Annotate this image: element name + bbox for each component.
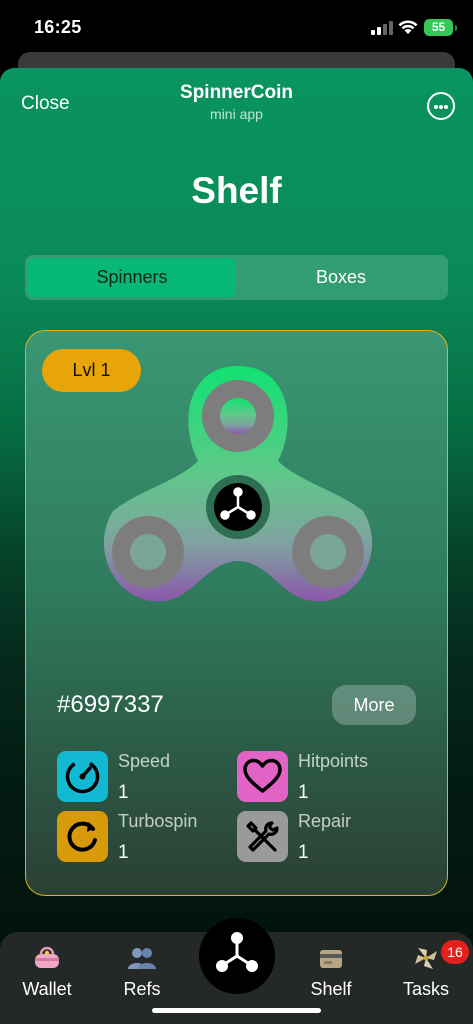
more-options-icon[interactable] bbox=[427, 92, 455, 120]
tools-icon bbox=[237, 811, 288, 862]
tab-boxes[interactable]: Boxes bbox=[237, 258, 445, 297]
stat-hitpoints-value: 1 bbox=[298, 782, 309, 803]
stat-repair-label: Repair bbox=[298, 811, 352, 831]
stat-speed-value: 1 bbox=[118, 782, 129, 803]
nav-tasks-label: Tasks bbox=[402, 979, 449, 999]
stat-repair: Repair 1 bbox=[237, 811, 417, 863]
purse-icon bbox=[35, 946, 59, 968]
spinner-card[interactable]: Lvl 1 #6997337 More Speed 1 Hitpoints 1 … bbox=[25, 330, 448, 896]
app-header: Close SpinnerCoin mini app bbox=[0, 68, 473, 138]
signal-icon bbox=[371, 21, 393, 35]
stat-speed-label: Speed bbox=[118, 751, 171, 771]
app-title: SpinnerCoin bbox=[180, 82, 293, 103]
refresh-icon bbox=[57, 811, 108, 862]
battery-icon: 55 bbox=[424, 19, 457, 36]
nav-refs-label: Refs bbox=[123, 979, 161, 999]
home-indicator bbox=[152, 1008, 321, 1013]
stat-turbospin-label: Turbospin bbox=[118, 811, 198, 831]
speedometer-icon bbox=[57, 751, 108, 802]
nav-shelf-label: Shelf bbox=[310, 979, 352, 999]
people-icon bbox=[128, 948, 156, 969]
spinner-id: #6997337 bbox=[57, 691, 164, 718]
wifi-icon bbox=[398, 20, 418, 34]
tasks-count-badge: 16 bbox=[441, 940, 469, 964]
pinwheel-icon bbox=[415, 948, 437, 969]
stat-repair-value: 1 bbox=[298, 842, 309, 863]
app-title-block: SpinnerCoin mini app bbox=[0, 82, 473, 122]
stat-hitpoints-label: Hitpoints bbox=[298, 751, 369, 771]
stat-speed: Speed 1 bbox=[57, 751, 237, 803]
segmented-control: Spinners Boxes bbox=[25, 255, 448, 300]
app-subtitle: mini app bbox=[210, 106, 263, 122]
card-box-icon bbox=[320, 950, 342, 968]
spinner-logo-icon bbox=[216, 932, 258, 972]
stat-hitpoints: Hitpoints 1 bbox=[237, 751, 417, 803]
more-button[interactable]: More bbox=[332, 685, 416, 725]
stat-turbospin-value: 1 bbox=[118, 842, 129, 863]
heart-icon bbox=[237, 751, 288, 802]
page-title: Shelf bbox=[191, 170, 282, 211]
nav-wallet[interactable]: Wallet bbox=[7, 932, 87, 1024]
mini-app-sheet: Close SpinnerCoin mini app Shelf Spinner… bbox=[0, 68, 473, 1024]
fidget-spinner-image bbox=[103, 366, 373, 602]
nav-wallet-label: Wallet bbox=[22, 979, 72, 999]
status-time: 16:25 bbox=[34, 17, 82, 37]
stat-turbospin: Turbospin 1 bbox=[57, 811, 237, 863]
tab-spinners[interactable]: Spinners bbox=[28, 258, 236, 297]
status-bar: 16:25 55 bbox=[0, 0, 473, 58]
spin-button[interactable] bbox=[199, 918, 275, 994]
